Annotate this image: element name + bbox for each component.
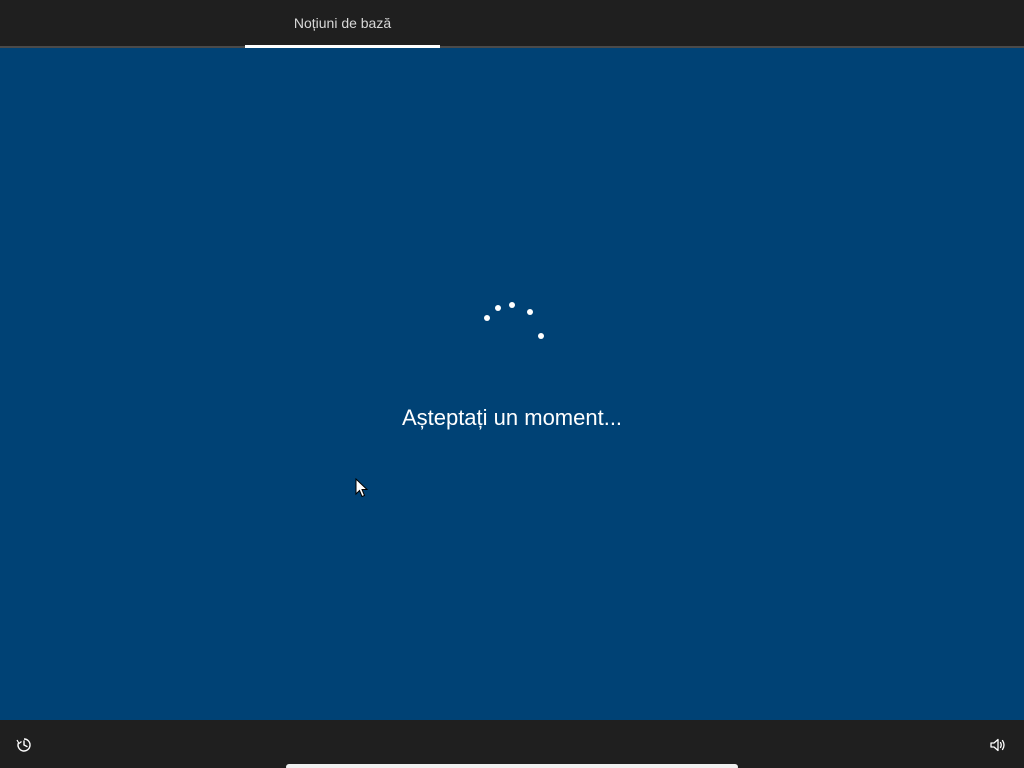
top-bar-divider xyxy=(0,46,1024,48)
spinner-dot xyxy=(495,305,501,311)
spinner-dot xyxy=(527,309,533,315)
tab-basics: Noțiuni de bază xyxy=(245,0,440,46)
tab-active-indicator xyxy=(245,45,440,48)
status-message: Așteptați un moment... xyxy=(401,405,623,430)
setup-screen: Noțiuni de bază Așteptați un moment... xyxy=(0,0,1024,768)
bottom-handle xyxy=(286,764,738,768)
mouse-cursor-icon xyxy=(355,478,369,498)
spinner-dot xyxy=(484,315,490,321)
loading-spinner-icon xyxy=(482,298,546,344)
volume-button[interactable] xyxy=(986,733,1010,757)
accessibility-icon xyxy=(16,738,31,752)
bottom-bar xyxy=(0,720,1024,768)
accessibility-button[interactable] xyxy=(12,733,36,757)
spinner-dot xyxy=(538,333,544,339)
tab-basics-label: Noțiuni de bază xyxy=(293,15,392,31)
spinner-dot xyxy=(509,302,515,308)
volume-icon xyxy=(990,738,1005,752)
top-bar xyxy=(0,0,1024,46)
